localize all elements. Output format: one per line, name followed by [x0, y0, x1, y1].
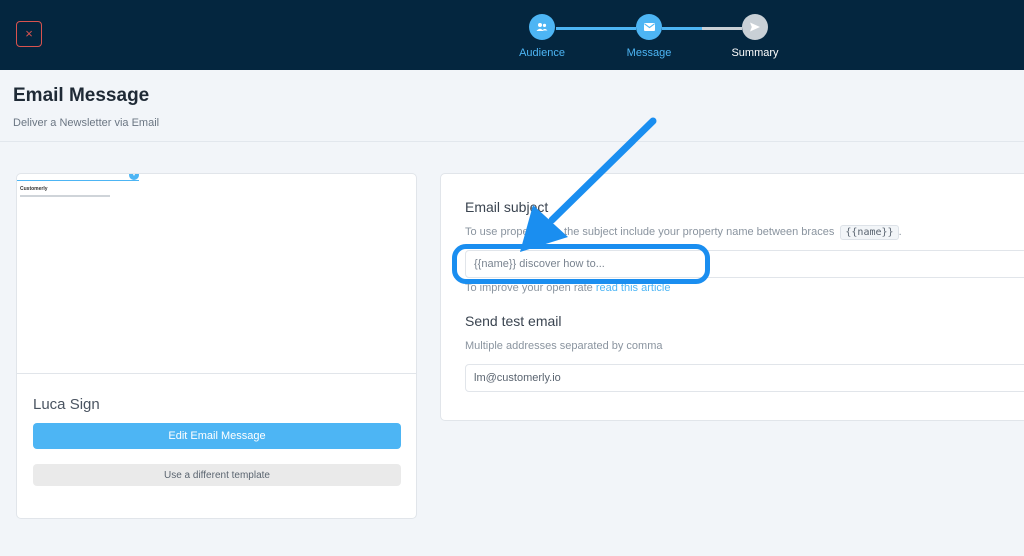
step-label-message: Message	[626, 47, 672, 59]
preview-body-text	[20, 195, 110, 199]
step-label-summary: Summary	[731, 47, 779, 59]
send-test-email-title: Send test email	[465, 313, 562, 329]
property-code-chip: {{name}}	[840, 225, 899, 240]
step-label-audience: Audience	[519, 47, 565, 59]
template-preview[interactable]: ▾ Customerly	[17, 174, 416, 374]
close-button[interactable]: ×	[16, 21, 42, 47]
email-settings-card: Email subject To use properties in the s…	[440, 173, 1024, 421]
email-subject-hint: To use properties in the subject include…	[465, 225, 902, 240]
subject-hint-end: .	[898, 226, 902, 238]
email-subject-input[interactable]	[465, 250, 1024, 278]
step-audience[interactable]: Audience	[497, 14, 587, 59]
use-different-template-button[interactable]: Use a different template	[33, 464, 401, 486]
test-email-hint: Multiple addresses separated by comma	[465, 340, 663, 352]
top-bar: × Audience Message Summary	[0, 0, 1024, 70]
envelope-icon	[636, 14, 662, 40]
users-icon	[529, 14, 555, 40]
page-header: Email Message Deliver a Newsletter via E…	[0, 70, 1024, 142]
page-subtitle: Deliver a Newsletter via Email	[13, 117, 160, 129]
send-icon	[742, 14, 768, 40]
subject-hint-text: To use properties in the subject include…	[465, 226, 835, 238]
template-name: Luca Sign	[33, 396, 100, 413]
close-icon: ×	[25, 26, 33, 41]
open-rate-hint: To improve your open rate read this arti…	[465, 282, 670, 294]
read-article-link[interactable]: read this article	[596, 282, 671, 294]
template-card: ▾ Customerly Luca Sign Edit Email Messag…	[16, 173, 417, 519]
email-subject-title: Email subject	[465, 199, 549, 215]
step-summary[interactable]: Summary	[710, 14, 800, 59]
test-email-input[interactable]	[465, 364, 1024, 392]
open-rate-text: To improve your open rate	[465, 282, 593, 294]
preview-header-strip	[17, 174, 139, 181]
preview-brand: Customerly	[20, 186, 48, 192]
page-title: Email Message	[13, 85, 150, 106]
step-message[interactable]: Message	[604, 14, 694, 59]
edit-email-message-button[interactable]: Edit Email Message	[33, 423, 401, 449]
